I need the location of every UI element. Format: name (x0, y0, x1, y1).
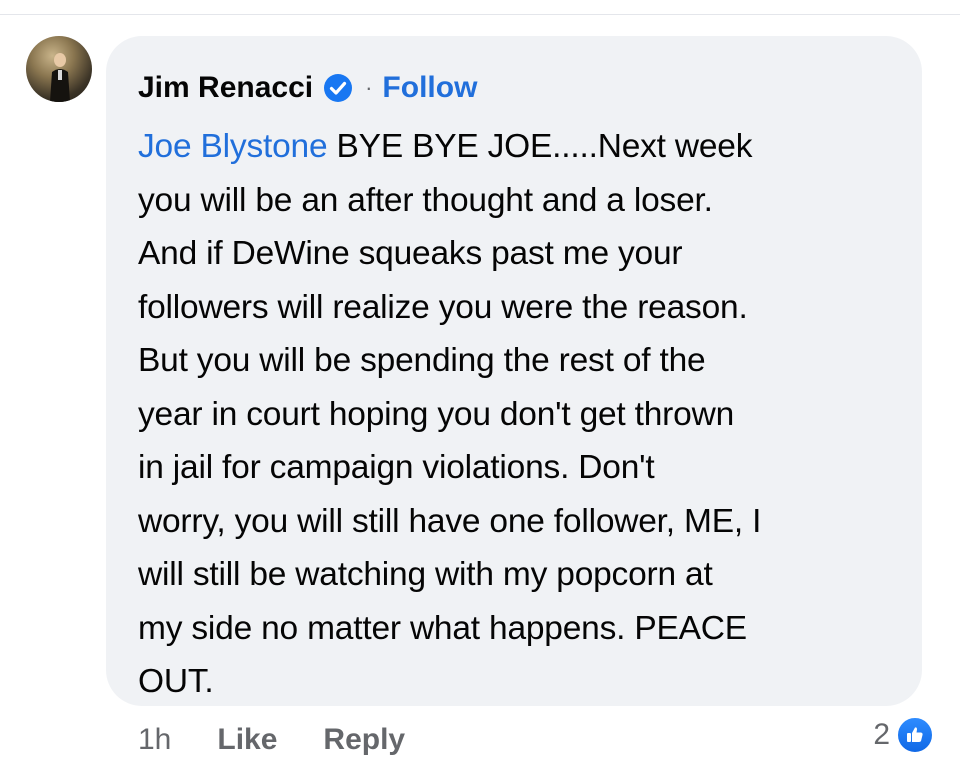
verified-badge-icon (323, 73, 353, 103)
comment-text: Joe Blystone BYE BYE JOE.....Next week y… (138, 120, 898, 709)
avatar-person-image (50, 53, 70, 102)
author-name[interactable]: Jim Renacci (138, 71, 313, 105)
reaction-summary[interactable]: 2 (873, 716, 934, 754)
follow-button[interactable]: Follow (382, 71, 477, 105)
mention-link[interactable]: Joe Blystone (138, 128, 328, 165)
timestamp[interactable]: 1h (138, 723, 171, 757)
reaction-count: 2 (873, 718, 890, 751)
reply-button[interactable]: Reply (323, 723, 405, 757)
thumbs-up-icon (896, 716, 934, 754)
comment-actions: 1h Like Reply (138, 720, 451, 760)
top-divider (0, 14, 960, 15)
avatar[interactable] (26, 36, 92, 102)
comment-header: Jim Renacci · Follow (138, 70, 477, 106)
like-button[interactable]: Like (217, 723, 277, 757)
comment-body-text: BYE BYE JOE.....Next week you will be an… (138, 128, 762, 700)
separator-dot: · (365, 75, 373, 100)
